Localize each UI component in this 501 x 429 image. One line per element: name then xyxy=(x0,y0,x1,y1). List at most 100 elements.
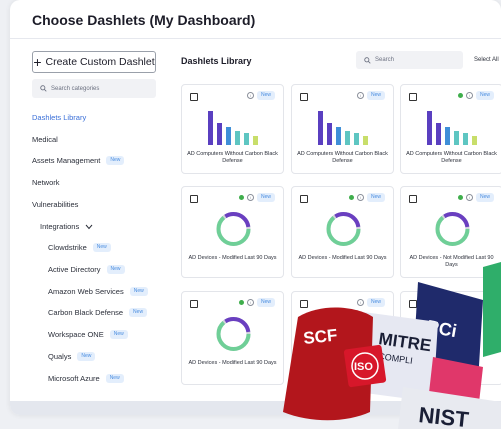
new-badge: New xyxy=(77,352,96,361)
chevron-down-icon xyxy=(85,224,93,229)
card-caption: AD Devices - Modified Last 90 Days xyxy=(188,255,277,261)
sidebar-item-carbon-black-defense[interactable]: Carbon Black Defense New xyxy=(48,308,148,317)
thumbnail-bar xyxy=(318,111,323,145)
status-dot-icon xyxy=(457,195,463,200)
select-checkbox[interactable] xyxy=(190,195,198,203)
dashlet-card[interactable]: i New AD Computers Without Carbon Black De… xyxy=(181,84,284,174)
thumbnail-bar xyxy=(436,123,441,145)
sidebar-item-microsoft-azure[interactable]: Microsoft Azure New xyxy=(48,374,124,383)
donut-chart-thumbnail xyxy=(326,212,361,246)
select-checkbox[interactable] xyxy=(409,93,417,101)
card-caption: AD Computers Without Carbon Black Defens… xyxy=(406,151,497,164)
new-badge: New xyxy=(106,156,125,165)
bar-chart-thumbnail xyxy=(318,111,368,145)
info-icon[interactable]: i xyxy=(246,299,254,306)
plus-icon: + xyxy=(33,54,42,70)
new-badge: New xyxy=(109,330,128,339)
sidebar-item-network[interactable]: Network xyxy=(32,178,60,187)
new-badge: New xyxy=(256,193,275,202)
card-controls: i New xyxy=(238,193,275,202)
donut-chart-thumbnail xyxy=(216,212,251,246)
card-caption: AD Devices - Modified Last 90 Days xyxy=(298,255,387,261)
dashlet-card[interactable]: i New AD Computers Without Carbon Black De… xyxy=(400,84,501,174)
sidebar-item-amazon-web-services[interactable]: Amazon Web Services New xyxy=(48,287,148,296)
thumbnail-bar xyxy=(217,123,222,145)
new-badge: New xyxy=(256,298,275,307)
status-dot-icon xyxy=(238,195,244,200)
thumbnail-bar xyxy=(472,136,477,145)
card-controls: i New xyxy=(457,193,494,202)
create-custom-dashlet-button[interactable]: + Create Custom Dashlet xyxy=(32,51,156,73)
sidebar-item-integrations[interactable]: Integrations xyxy=(40,222,93,231)
dashlet-card[interactable]: i New AD Devices - Modified Last 90 Days xyxy=(181,291,284,385)
info-icon[interactable]: i xyxy=(356,194,364,201)
new-badge: New xyxy=(129,308,148,317)
compliance-badges-illustration: PCi MITRE COMPLI SCF ISO NIST xyxy=(283,262,501,429)
category-search-input[interactable]: Search categories xyxy=(32,79,156,98)
sidebar-item-vulnerabilities[interactable]: Vulnerabilities xyxy=(32,200,78,209)
svg-text:SCF: SCF xyxy=(302,326,338,348)
sidebar-item-dashlets-library[interactable]: Dashlets Library xyxy=(32,113,86,122)
select-checkbox[interactable] xyxy=(190,93,198,101)
status-dot-icon xyxy=(348,195,354,200)
card-caption: AD Computers Without Carbon Black Defens… xyxy=(187,151,278,164)
thumbnail-bar xyxy=(427,111,432,145)
category-search-placeholder: Search categories xyxy=(51,85,100,92)
new-badge: New xyxy=(106,265,125,274)
info-icon[interactable]: i xyxy=(246,194,254,201)
sidebar-item-clowdstrike[interactable]: Clowdstrike New xyxy=(48,243,111,252)
status-dot-icon xyxy=(457,93,463,98)
new-badge: New xyxy=(129,287,148,296)
card-caption: AD Devices - Modified Last 90 Days xyxy=(188,360,277,366)
select-checkbox[interactable] xyxy=(300,195,308,203)
thumbnail-bar xyxy=(244,133,249,145)
new-badge: New xyxy=(475,193,494,202)
sidebar-item-qualys[interactable]: Qualys New xyxy=(48,352,96,361)
thumbnail-bar xyxy=(363,136,368,145)
library-search-input[interactable]: Search xyxy=(356,51,463,69)
library-title: Dashlets Library xyxy=(181,56,252,66)
header-divider xyxy=(10,38,501,39)
card-controls: i New xyxy=(457,91,494,100)
bar-chart-thumbnail xyxy=(208,111,258,145)
sidebar-item-medical[interactable]: Medical xyxy=(32,135,58,144)
info-icon[interactable]: i xyxy=(356,92,364,99)
select-checkbox[interactable] xyxy=(409,195,417,203)
select-checkbox[interactable] xyxy=(300,93,308,101)
card-controls: i New xyxy=(348,193,385,202)
sidebar-item-assets-management[interactable]: Assets Management New xyxy=(32,156,125,165)
card-controls: i New xyxy=(356,91,385,100)
thumbnail-bar xyxy=(253,136,258,145)
thumbnail-bar xyxy=(345,131,350,145)
thumbnail-bar xyxy=(445,127,450,145)
thumbnail-bar xyxy=(235,131,240,145)
status-dot-icon xyxy=(238,300,244,305)
donut-chart-thumbnail xyxy=(216,317,251,351)
create-label: Create Custom Dashlet xyxy=(45,56,155,68)
thumbnail-bar xyxy=(336,127,341,145)
thumbnail-bar xyxy=(454,131,459,145)
card-controls: i New xyxy=(238,298,275,307)
dashlet-card[interactable]: i New AD Devices - Modified Last 90 Days xyxy=(181,186,284,278)
library-search-placeholder: Search xyxy=(375,57,395,63)
sidebar-item-active-directory[interactable]: Active Directory New xyxy=(48,265,125,274)
info-icon[interactable]: i xyxy=(465,92,473,99)
search-icon xyxy=(40,85,47,92)
svg-text:ISO: ISO xyxy=(354,361,373,373)
dashlet-card[interactable]: i New AD Computers Without Carbon Black De… xyxy=(291,84,394,174)
sidebar-item-workspace-one[interactable]: Workspace ONE New xyxy=(48,330,128,339)
info-icon[interactable]: i xyxy=(246,92,254,99)
info-icon[interactable]: i xyxy=(465,194,473,201)
svg-text:NIST: NIST xyxy=(417,402,470,429)
card-caption: AD Computers Without Carbon Black Defens… xyxy=(297,151,388,164)
new-badge: New xyxy=(105,374,124,383)
select-checkbox[interactable] xyxy=(190,300,198,308)
thumbnail-bar xyxy=(463,133,468,145)
thumbnail-bar xyxy=(208,111,213,145)
new-badge: New xyxy=(92,243,111,252)
new-badge: New xyxy=(366,91,385,100)
thumbnail-bar xyxy=(354,133,359,145)
dialog-title: Choose Dashlets (My Dashboard) xyxy=(32,12,256,28)
select-all-link[interactable]: Select All xyxy=(474,57,499,63)
thumbnail-bar xyxy=(327,123,332,145)
